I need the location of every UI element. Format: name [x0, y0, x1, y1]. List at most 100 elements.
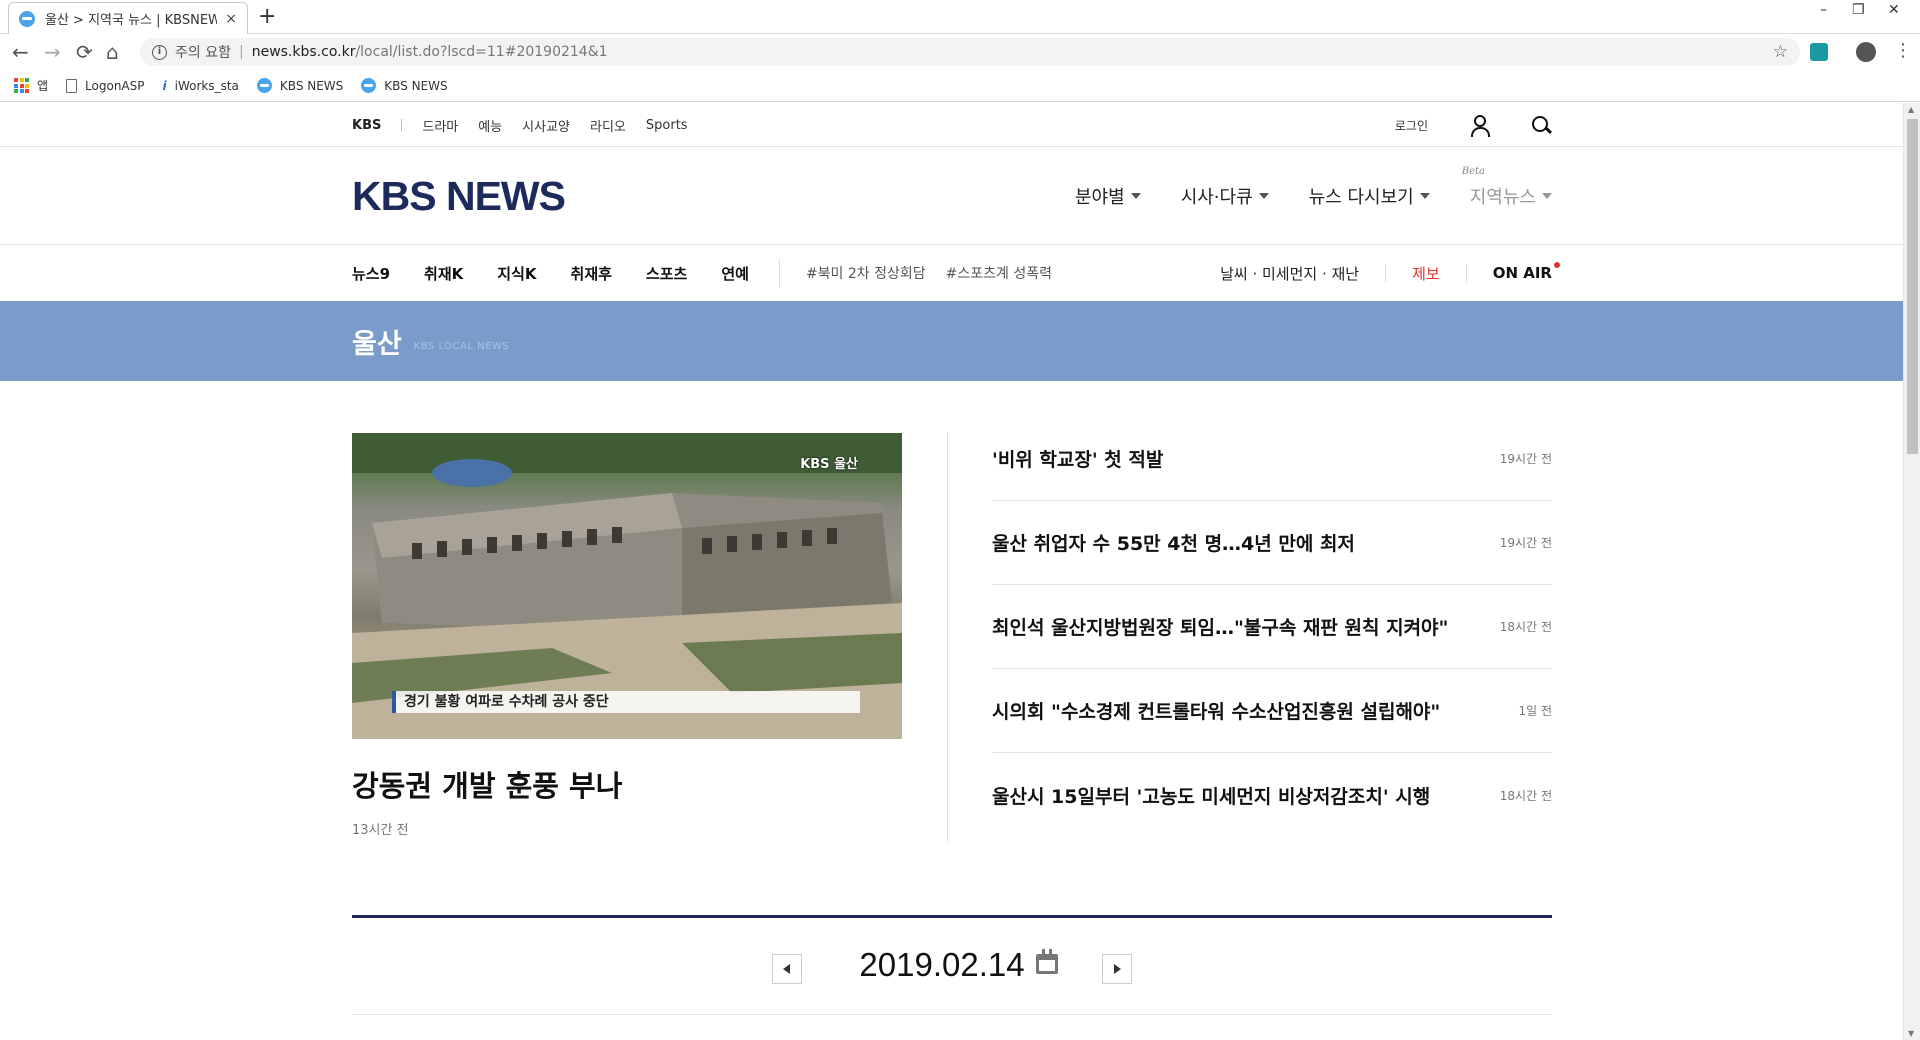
list-item[interactable]: 울산 취업자 수 55만 4천 명…4년 만에 최저 19시간 전	[992, 501, 1552, 585]
home-icon[interactable]: ⌂	[106, 40, 119, 64]
list-item[interactable]: '비위 학교장' 첫 적발 19시간 전	[992, 417, 1552, 501]
user-icon[interactable]	[1468, 114, 1490, 137]
news-title: 울산 취업자 수 55만 4천 명…4년 만에 최저	[992, 533, 1355, 555]
news-time: 18시간 전	[1499, 620, 1552, 634]
kbs-favicon-icon	[256, 78, 272, 93]
kbs-favicon-icon	[19, 10, 35, 27]
subnav-sports[interactable]: 스포츠	[646, 263, 687, 284]
address-separator: |	[238, 44, 244, 60]
scroll-thumb[interactable]	[1907, 119, 1918, 454]
news-title: 시의회 "수소경제 컨트롤타워 수소산업진흥원 설립해야"	[992, 701, 1441, 723]
current-date: 2019.02.14	[859, 946, 1025, 983]
calendar-icon[interactable]	[1036, 949, 1058, 974]
nav-by-section[interactable]: 분야별	[1075, 183, 1141, 209]
drama-link[interactable]: 드라마	[422, 116, 458, 135]
radio-link[interactable]: 라디오	[590, 116, 626, 135]
column-divider	[947, 433, 948, 843]
sub-nav: 뉴스9 취재K 지식K 취재후 스포츠 연예 #북미 2차 정상회담 #스포츠계…	[0, 245, 1903, 301]
address-bar[interactable]: i 주의 요함 | news.kbs.co.kr /local/list.do?…	[140, 38, 1800, 66]
bookmark-kbs-news-2[interactable]: KBS NEWS	[361, 78, 448, 93]
browser-tab-bar: 울산 > 지역국 뉴스 | KBSNEWS × + – ❐ ✕	[0, 0, 1920, 34]
subnav-jisik-k[interactable]: 지식K	[497, 263, 536, 284]
featured-thumbnail[interactable]: KBS 울산 경기 불황 여파로 수차례 공사 중단	[352, 433, 902, 739]
bookmark-label: LogonASP	[85, 78, 145, 93]
news-list: '비위 학교장' 첫 적발 19시간 전 울산 취업자 수 55만 4천 명…4…	[992, 417, 1552, 837]
tab-close-icon[interactable]: ×	[225, 11, 237, 27]
login-link[interactable]: 로그인	[1395, 117, 1428, 134]
iworks-icon: i	[162, 78, 167, 93]
nav-current-docu[interactable]: 시사·다큐	[1181, 183, 1269, 209]
hashtag-summit[interactable]: #북미 2차 정상회담	[806, 263, 926, 283]
main-nav: 분야별 시사·다큐 뉴스 다시보기 Beta 지역뉴스	[1035, 166, 1552, 209]
kbs-favicon-icon	[361, 78, 377, 93]
new-tab-button[interactable]: +	[258, 4, 276, 29]
apps-icon	[14, 78, 29, 93]
caret-down-icon	[1130, 193, 1141, 199]
info-icon[interactable]: i	[152, 44, 167, 60]
bookmark-kbs-news-1[interactable]: KBS NEWS	[256, 78, 344, 93]
kbs-news-logo[interactable]: KBS NEWS	[352, 173, 566, 220]
bookmark-label: KBS NEWS	[384, 78, 448, 93]
bookmark-star-icon[interactable]: ☆	[1773, 42, 1788, 62]
report-tip-link[interactable]: 제보	[1412, 263, 1440, 284]
forward-icon[interactable]: →	[44, 40, 61, 64]
bookmark-apps[interactable]: 앱	[14, 77, 48, 94]
nav-label: 시사·다큐	[1180, 187, 1253, 208]
news-title: '비위 학교장' 첫 적발	[992, 449, 1164, 471]
list-item[interactable]: 최인석 울산지방법원장 퇴임…"불구속 재판 원칙 지켜야" 18시간 전	[992, 585, 1552, 669]
profile-icon[interactable]	[1856, 42, 1876, 62]
bookmark-label: KBS NEWS	[279, 78, 344, 93]
security-label: 주의 요함	[175, 45, 231, 61]
nav-label: 분야별	[1075, 187, 1125, 208]
restore-icon[interactable]: ❐	[1852, 2, 1865, 18]
top-utility-bar: KBS 드라마 예능 시사교양 라디오 Sports 로그인	[0, 103, 1903, 147]
subnav-news9[interactable]: 뉴스9	[352, 263, 390, 284]
scroll-down-icon[interactable]: ▼	[1908, 1029, 1914, 1038]
news-time: 19시간 전	[1499, 452, 1552, 466]
region-title: 울산	[352, 328, 402, 360]
kbs-home-link[interactable]: KBS	[352, 118, 381, 133]
sports-link[interactable]: Sports	[646, 118, 688, 133]
scroll-up-icon[interactable]: ▲	[1908, 105, 1914, 114]
prev-date-button[interactable]	[772, 954, 802, 984]
browser-toolbar: ← → ⟳ ⌂ i 주의 요함 | news.kbs.co.kr /local/…	[0, 34, 1920, 70]
divider	[1385, 264, 1387, 282]
subnav-chuijaehu[interactable]: 취재후	[571, 263, 612, 284]
search-icon[interactable]	[1530, 114, 1552, 136]
nav-local-news[interactable]: Beta 지역뉴스	[1462, 166, 1552, 209]
region-subtitle: KBS LOCAL NEWS	[413, 340, 510, 352]
url-host: news.kbs.co.kr	[251, 44, 356, 60]
reload-icon[interactable]: ⟳	[76, 40, 93, 64]
current-affairs-link[interactable]: 시사교양	[522, 116, 570, 135]
entertainment-link[interactable]: 예능	[478, 116, 502, 135]
featured-time: 13시간 전	[352, 823, 409, 838]
back-icon[interactable]: ←	[12, 40, 29, 64]
browser-menu-icon[interactable]: ⋮	[1894, 40, 1912, 61]
hashtag-sports-abuse[interactable]: #스포츠계 성폭력	[946, 263, 1052, 283]
browser-tab[interactable]: 울산 > 지역국 뉴스 | KBSNEWS ×	[8, 2, 248, 34]
thumbnail-caption: 경기 불황 여파로 수차례 공사 중단	[392, 691, 860, 713]
list-item[interactable]: 시의회 "수소경제 컨트롤타워 수소산업진흥원 설립해야" 1일 전	[992, 669, 1552, 753]
region-banner: 울산 KBS LOCAL NEWS	[0, 301, 1903, 381]
featured-headline[interactable]: 강동권 개발 훈풍 부나	[352, 763, 902, 805]
close-window-icon[interactable]: ✕	[1888, 2, 1900, 18]
nav-news-replay[interactable]: 뉴스 다시보기	[1309, 183, 1430, 209]
news-time: 19시간 전	[1499, 536, 1552, 550]
next-date-button[interactable]	[1102, 954, 1132, 984]
page-icon	[66, 78, 78, 93]
on-air-link[interactable]: ON AIR	[1493, 262, 1560, 282]
weather-link[interactable]: 날씨 · 미세먼지 · 재난	[1220, 263, 1359, 284]
live-dot-icon	[1554, 262, 1560, 268]
page-viewport: KBS 드라마 예능 시사교양 라디오 Sports 로그인 KBS NEWS …	[0, 103, 1903, 1040]
news-title: 울산시 15일부터 '고농도 미세먼지 비상저감조치' 시행	[992, 785, 1431, 808]
bookmark-iworks[interactable]: i iWorks_sta	[163, 79, 239, 93]
extension-icon[interactable]	[1810, 43, 1828, 61]
divider	[778, 259, 780, 287]
bookmark-logonasp[interactable]: LogonASP	[66, 78, 145, 93]
subnav-chuijae-k[interactable]: 취재K	[424, 263, 463, 284]
page-scrollbar[interactable]: ▲ ▼	[1903, 103, 1920, 1040]
news-time: 18시간 전	[1499, 788, 1552, 803]
list-item[interactable]: 울산시 15일부터 '고농도 미세먼지 비상저감조치' 시행 18시간 전	[992, 753, 1552, 837]
subnav-entertainment[interactable]: 연예	[721, 263, 749, 284]
minimize-icon[interactable]: –	[1820, 2, 1827, 18]
